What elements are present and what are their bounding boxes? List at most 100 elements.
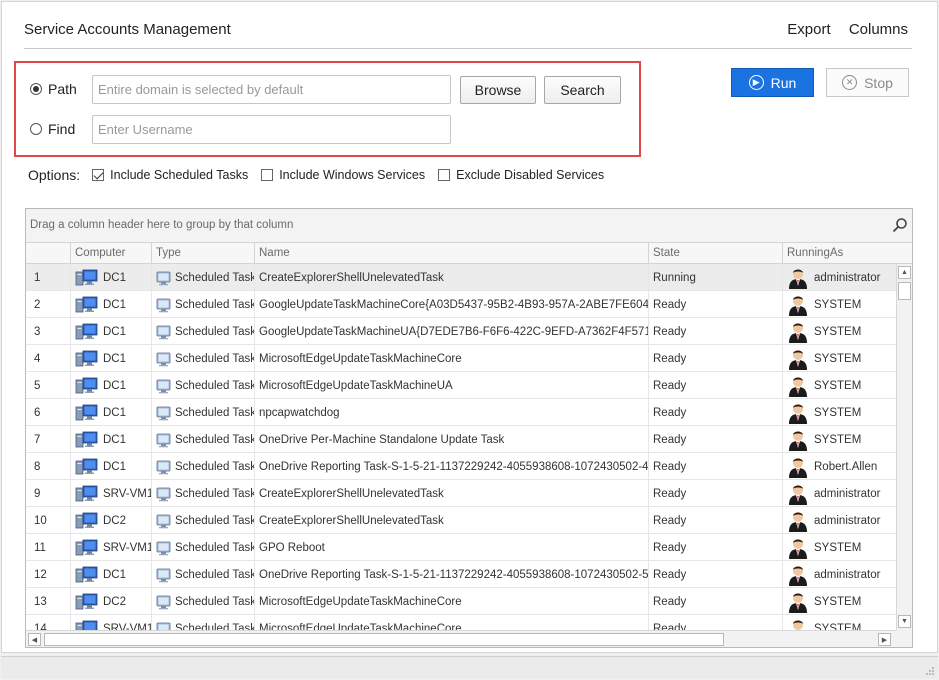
cell-text: MicrosoftEdgeUpdateTaskMachineCore [259, 595, 462, 608]
cell-computer: DC1 [70, 372, 151, 399]
cell-type: Scheduled Task [151, 534, 254, 561]
cell-state: Ready [648, 507, 782, 534]
cell-running-as: administrator [782, 561, 896, 588]
cell-text: Ready [653, 433, 687, 446]
search-button[interactable]: Search [544, 76, 621, 104]
stop-label: Stop [864, 74, 893, 91]
table-row[interactable]: 6 DC1 Scheduled Task npcapwatchdog Ready SYST… [26, 399, 896, 426]
cell-name: CreateExplorerShellUnelevatedTask [254, 480, 648, 507]
table-row[interactable]: 1 DC1 Scheduled Task CreateExplorerShellUne… [26, 264, 896, 291]
cell-num: 4 [26, 345, 70, 372]
cell-name: MicrosoftEdgeUpdateTaskMachineUA [254, 372, 648, 399]
computer-icon [75, 431, 98, 447]
table-row[interactable]: 14 SRV-VM1 Scheduled Task MicrosoftEdgeUpda… [26, 615, 896, 630]
include-windows-services-option[interactable]: Include Windows Services [261, 168, 425, 182]
column-header-runningas[interactable]: RunningAs [782, 243, 912, 264]
group-by-panel[interactable]: Drag a column header here to group by th… [26, 209, 912, 243]
export-link[interactable]: Export [787, 21, 830, 38]
table-row[interactable]: 3 DC1 Scheduled Task GoogleUpdateTaskMachin… [26, 318, 896, 345]
find-input[interactable]: Enter Username [92, 115, 451, 144]
horizontal-scrollbar[interactable]: ◀ ▶ [26, 630, 896, 647]
cell-text: SYSTEM [814, 325, 862, 338]
cell-num: 3 [26, 318, 70, 345]
cell-computer: DC1 [70, 318, 151, 345]
scroll-up-icon[interactable]: ▲ [898, 266, 911, 279]
column-header-name[interactable]: Name [254, 243, 648, 264]
cell-computer: SRV-VM1 [70, 534, 151, 561]
include-scheduled-tasks-option[interactable]: Include Scheduled Tasks [92, 168, 248, 182]
cell-text: SRV-VM1 [103, 622, 151, 631]
table-row[interactable]: 4 DC1 Scheduled Task MicrosoftEdgeUpdateTas… [26, 345, 896, 372]
cell-computer: DC1 [70, 426, 151, 453]
cell-text: SYSTEM [814, 622, 862, 631]
columns-link[interactable]: Columns [849, 21, 908, 38]
cell-text: Ready [653, 325, 687, 338]
column-header-computer[interactable]: Computer [70, 243, 151, 264]
cell-text: Scheduled Task [175, 352, 254, 365]
scheduled-task-icon [156, 325, 171, 339]
scroll-right-icon[interactable]: ▶ [878, 633, 891, 646]
options-row: Options: Include Scheduled Tasks Include… [28, 167, 617, 183]
table-row[interactable]: 8 DC1 Scheduled Task OneDrive Reporting Tas… [26, 453, 896, 480]
cell-text: Scheduled Task [175, 595, 254, 608]
table-row[interactable]: 5 DC1 Scheduled Task MicrosoftEdgeUpdateTas… [26, 372, 896, 399]
cell-text: GoogleUpdateTaskMachineCore{A03D5437-95B… [259, 298, 648, 311]
cell-type: Scheduled Task [151, 291, 254, 318]
exclude-disabled-services-option[interactable]: Exclude Disabled Services [438, 168, 604, 182]
scroll-left-icon[interactable]: ◀ [28, 633, 41, 646]
find-radio-row[interactable]: Find [30, 121, 75, 137]
table-row[interactable]: 7 DC1 Scheduled Task OneDrive Per-Machine S… [26, 426, 896, 453]
vertical-scroll-thumb[interactable] [898, 282, 911, 300]
user-avatar-icon [789, 538, 807, 559]
table-row[interactable]: 9 SRV-VM1 Scheduled Task CreateExplorerShel… [26, 480, 896, 507]
exclude-disabled-services-label: Exclude Disabled Services [456, 168, 605, 182]
cell-text: 14 [34, 622, 47, 631]
horizontal-scroll-thumb[interactable] [44, 633, 724, 646]
path-label: Path [48, 81, 77, 97]
cell-text: Running [653, 271, 696, 284]
user-avatar-icon [789, 349, 807, 370]
include-scheduled-tasks-checkbox[interactable] [92, 169, 105, 181]
cell-text: Ready [653, 514, 687, 527]
cell-text: Scheduled Task [175, 271, 254, 284]
cell-running-as: SYSTEM [782, 615, 896, 630]
cell-text: MicrosoftEdgeUpdateTaskMachineCore [259, 622, 462, 631]
scheduled-task-icon [156, 433, 171, 447]
table-row[interactable]: 10 DC2 Scheduled Task CreateExplorerShellUn… [26, 507, 896, 534]
table-row[interactable]: 12 DC1 Scheduled Task OneDrive Reporting Ta… [26, 561, 896, 588]
resize-grip-icon[interactable] [925, 666, 935, 676]
browse-button[interactable]: Browse [460, 76, 536, 104]
computer-icon [75, 296, 98, 312]
cell-text: 4 [34, 352, 41, 365]
include-windows-services-checkbox[interactable] [261, 169, 274, 181]
path-radio[interactable] [30, 83, 42, 95]
cell-num: 2 [26, 291, 70, 318]
exclude-disabled-services-checkbox[interactable] [438, 169, 451, 181]
cell-text: DC1 [103, 568, 127, 581]
column-header-type[interactable]: Type [151, 243, 254, 264]
cell-text: 12 [34, 568, 47, 581]
find-radio[interactable] [30, 123, 42, 135]
column-header-state[interactable]: State [648, 243, 782, 264]
cell-type: Scheduled Task [151, 480, 254, 507]
search-icon[interactable] [892, 217, 908, 233]
include-scheduled-tasks-label: Include Scheduled Tasks [110, 168, 249, 182]
run-button[interactable]: ▶ Run [731, 68, 814, 97]
cell-type: Scheduled Task [151, 399, 254, 426]
table-row[interactable]: 11 SRV-VM1 Scheduled Task GPO Reboot Ready SY… [26, 534, 896, 561]
cell-num: 1 [26, 264, 70, 291]
cell-text: Ready [653, 568, 687, 581]
scroll-down-icon[interactable]: ▼ [898, 615, 911, 628]
table-row[interactable]: 13 DC2 Scheduled Task MicrosoftEdgeUpdateTa… [26, 588, 896, 615]
path-radio-row[interactable]: Path [30, 81, 77, 97]
user-avatar-icon [789, 295, 807, 316]
cell-running-as: SYSTEM [782, 534, 896, 561]
cell-state: Ready [648, 426, 782, 453]
cell-text: administrator [814, 487, 881, 500]
path-input[interactable]: Entire domain is selected by default [92, 75, 451, 104]
table-row[interactable]: 2 DC1 Scheduled Task GoogleUpdateTaskMachin… [26, 291, 896, 318]
cell-computer: DC2 [70, 507, 151, 534]
stop-button[interactable]: ✕ Stop [826, 68, 909, 97]
cell-text: Scheduled Task [175, 541, 254, 554]
vertical-scrollbar[interactable]: ▲ ▼ [896, 264, 912, 630]
